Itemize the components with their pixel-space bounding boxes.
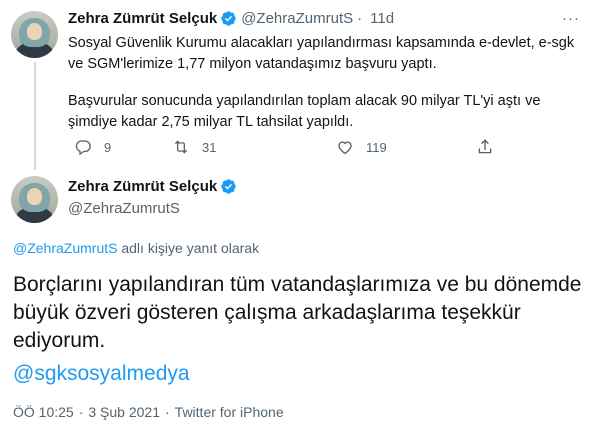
reply-icon: [75, 140, 91, 156]
reply-context-label: adlı kişiye yanıt olarak: [117, 240, 260, 256]
main-tweet-handle-row: @ZehraZumrutS: [68, 200, 180, 217]
like-button[interactable]: 119: [336, 138, 387, 156]
share-icon: [478, 139, 492, 154]
like-count: 119: [366, 139, 387, 155]
author-avatar[interactable]: [11, 11, 58, 58]
avatar-face-shape: [26, 188, 43, 206]
tweet-time[interactable]: ÖÖ 10:25: [13, 404, 74, 420]
tweet-text-paragraph-2: Başvurular sonucunda yapılandırılan topl…: [68, 93, 541, 130]
retweet-icon: [174, 140, 188, 154]
retweet-button[interactable]: 31: [172, 138, 216, 156]
main-tweet-author-row: Zehra Zümrüt Selçuk: [68, 178, 237, 195]
tweet-age[interactable]: 11d: [370, 10, 394, 27]
avatar-face-shape: [26, 23, 43, 41]
retweet-count: 31: [202, 139, 217, 155]
reply-count: 9: [104, 139, 112, 155]
author-name[interactable]: Zehra Zümrüt Selçuk: [68, 10, 217, 27]
tweet-metadata: ÖÖ 10:25 · 3 Şub 2021 · Twitter for iPho…: [13, 404, 284, 420]
share-button[interactable]: [476, 138, 506, 156]
verified-badge-icon: [221, 179, 236, 194]
author-name[interactable]: Zehra Zümrüt Selçuk: [68, 178, 217, 195]
tweet-source[interactable]: Twitter for iPhone: [175, 404, 284, 420]
verified-badge-icon: [221, 11, 236, 26]
reply-button[interactable]: 9: [74, 138, 111, 156]
thread-connector-line: [34, 62, 36, 170]
header-separator: ·: [357, 10, 363, 27]
meta-separator: ·: [78, 404, 84, 420]
tweet-date[interactable]: 3 Şub 2021: [88, 404, 160, 420]
reply-context: @ZehraZumrutS adlı kişiye yanıt olarak: [13, 240, 259, 256]
tweet-actions: 9 31 119: [68, 138, 508, 158]
heart-icon: [338, 141, 352, 155]
reply-mention-link[interactable]: @ZehraZumrutS: [13, 240, 117, 256]
author-avatar[interactable]: [11, 176, 58, 223]
meta-separator: ·: [165, 404, 170, 420]
author-handle[interactable]: @ZehraZumrutS: [68, 200, 180, 217]
mention-link[interactable]: @sgksosyalmedya: [13, 362, 190, 386]
tweet-text-paragraph-1: Sosyal Güvenlik Kurumu alacakları yapıla…: [68, 35, 575, 72]
main-tweet-text: Borçlarını yapılandıran tüm vatandaşları…: [13, 273, 582, 352]
author-handle[interactable]: @ZehraZumrutS: [241, 10, 353, 27]
tweet-header: Zehra Zümrüt Selçuk @ZehraZumrutS · 11d: [68, 10, 394, 27]
more-options-icon[interactable]: ···: [562, 10, 580, 27]
